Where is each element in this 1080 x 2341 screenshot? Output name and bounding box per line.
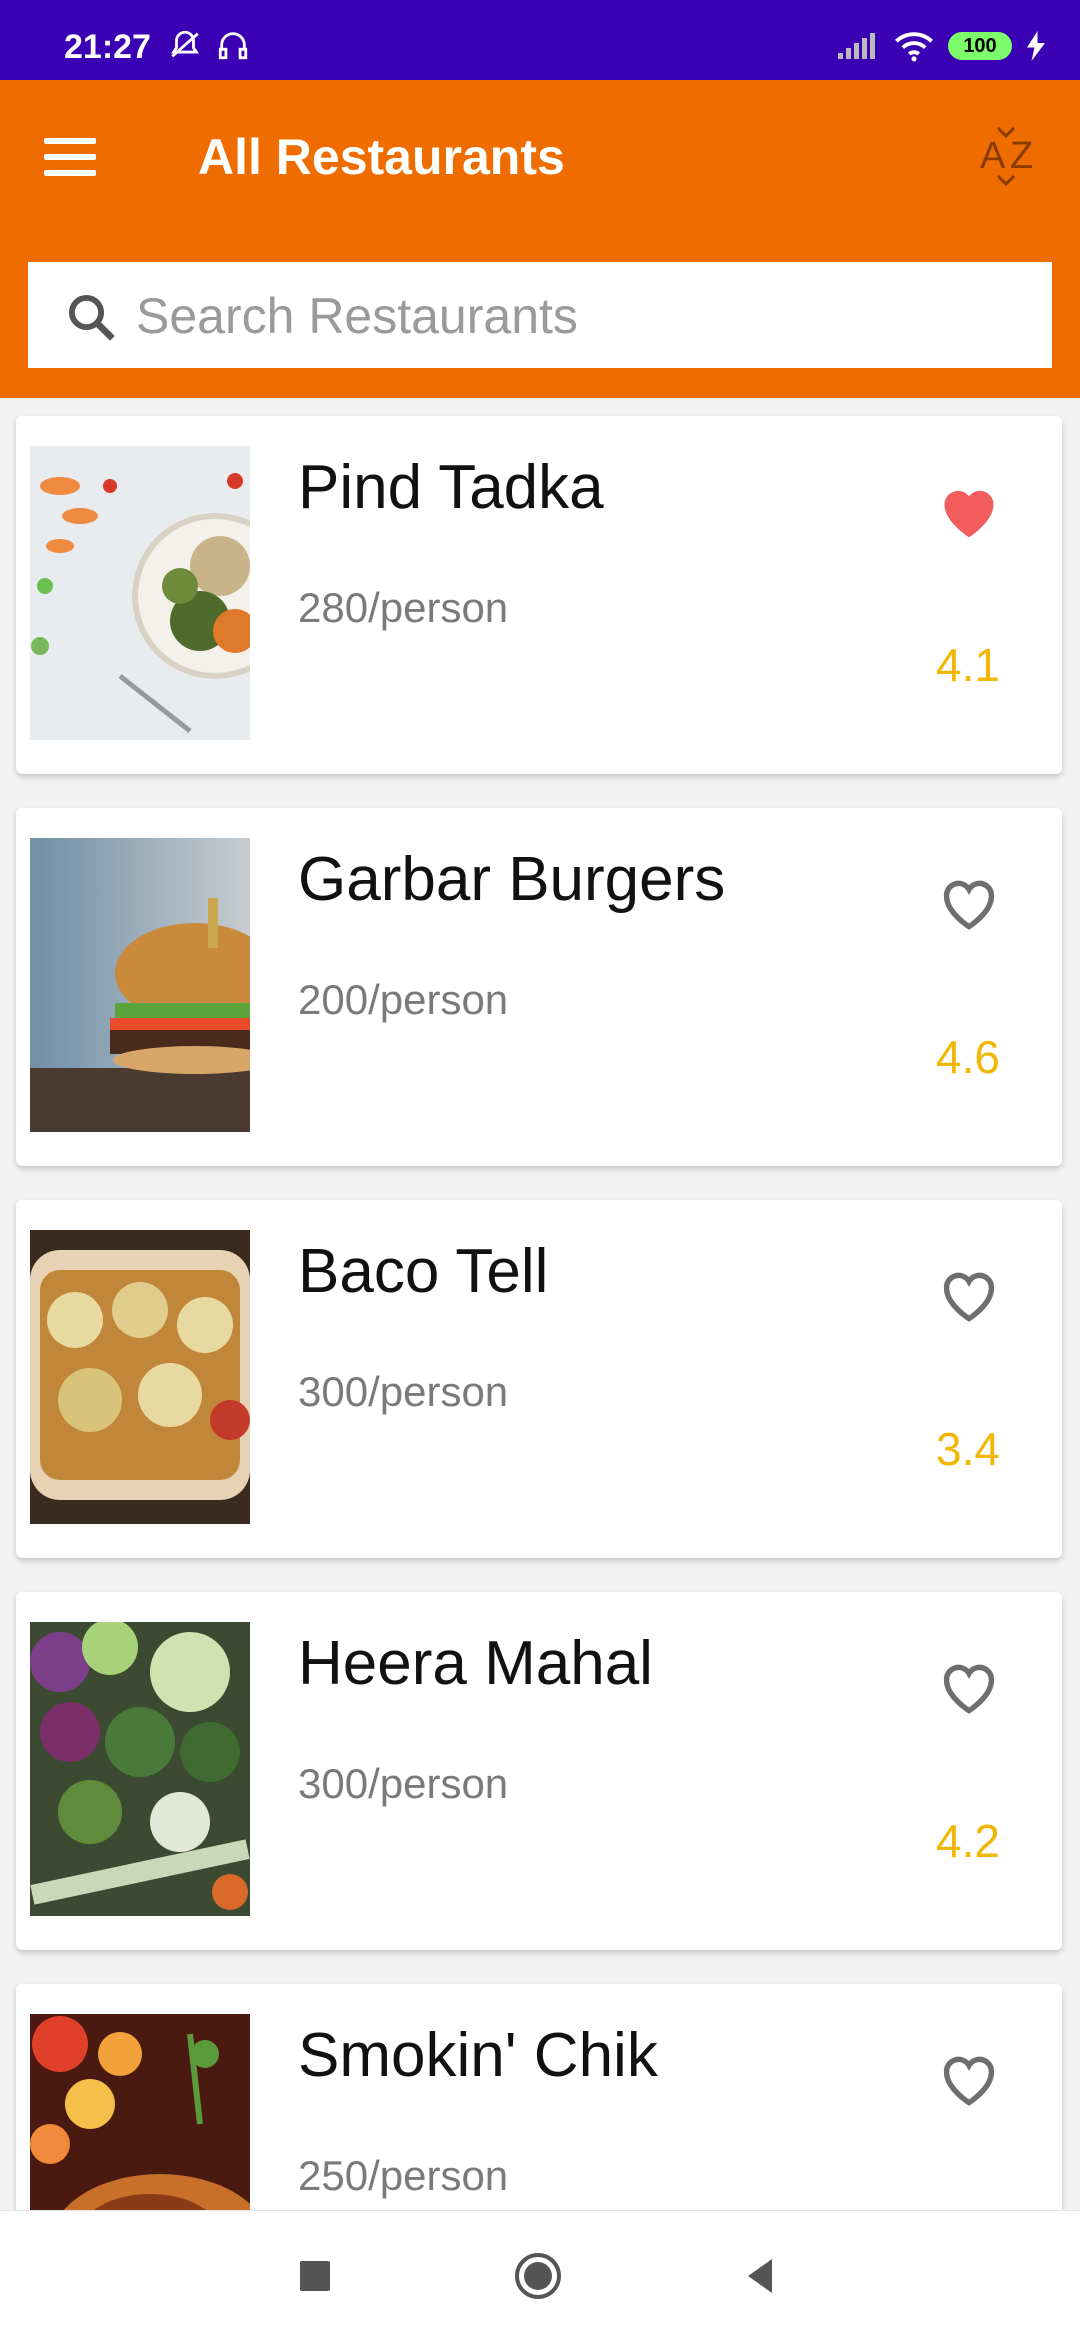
system-nav-bar (0, 2210, 1080, 2341)
wifi-icon (895, 32, 933, 62)
restaurant-card[interactable]: Pind Tadka 280/person 4.1 (16, 416, 1062, 774)
heart-outline-icon[interactable] (936, 1656, 1002, 1716)
heart-filled-icon[interactable] (936, 480, 1002, 540)
restaurant-card[interactable]: Baco Tell 300/person 3.4 (16, 1200, 1062, 1558)
restaurant-price: 280/person (298, 584, 509, 631)
restaurant-card[interactable]: Smokin' Chik 250/person (16, 1984, 1062, 2210)
recents-square-icon[interactable] (290, 2251, 340, 2301)
search-input[interactable] (134, 262, 1018, 370)
status-right-icons: 100 (836, 30, 1046, 62)
heart-outline-icon[interactable] (936, 2048, 1002, 2108)
status-bar: 21:27 100 (0, 0, 1080, 80)
hamburger-menu-icon[interactable] (44, 132, 104, 182)
restaurant-image (30, 446, 250, 740)
restaurant-rating: 4.1 (936, 639, 1000, 691)
status-time: 21:27 (64, 28, 151, 66)
restaurant-image (30, 1622, 250, 1916)
restaurant-rating: 4.2 (936, 1815, 1000, 1867)
page-title: All Restaurants (198, 129, 565, 185)
restaurant-price: 300/person (298, 1368, 509, 1415)
signal-icon (838, 33, 875, 59)
restaurant-name: Pind Tadka (298, 453, 604, 522)
restaurant-card[interactable]: Heera Mahal 300/person 4.2 (16, 1592, 1062, 1950)
restaurant-list[interactable]: Pind Tadka 280/person 4.1 Garbar Burgers… (0, 398, 1080, 2210)
restaurant-price: 200/person (298, 976, 509, 1023)
battery-indicator: 100 (948, 32, 1012, 60)
svg-text:A: A (980, 135, 1006, 177)
restaurant-image (30, 838, 250, 1132)
home-circle-icon[interactable] (513, 2251, 563, 2301)
bell-muted-icon (171, 30, 199, 58)
restaurant-image (30, 2014, 250, 2210)
restaurant-name: Smokin' Chik (298, 2021, 658, 2090)
restaurant-price: 300/person (298, 1760, 509, 1807)
headphones-icon (218, 32, 248, 60)
sort-az-icon[interactable]: A Z (976, 120, 1046, 190)
heart-outline-icon[interactable] (936, 872, 1002, 932)
restaurant-rating: 4.6 (936, 1031, 1000, 1083)
restaurant-image (30, 1230, 250, 1524)
search-bar-container (0, 234, 1080, 398)
restaurant-name: Garbar Burgers (298, 845, 726, 914)
restaurant-name: Baco Tell (298, 1237, 549, 1306)
restaurant-price: 250/person (298, 2152, 509, 2199)
charging-bolt-icon (1027, 31, 1045, 61)
svg-text:Z: Z (1010, 135, 1033, 177)
restaurant-rating: 3.4 (936, 1423, 1000, 1475)
heart-outline-icon[interactable] (936, 1264, 1002, 1324)
app-bar: All Restaurants A Z (0, 80, 1080, 234)
back-triangle-icon[interactable] (736, 2251, 786, 2301)
search-icon (68, 294, 115, 341)
restaurant-name: Heera Mahal (298, 1629, 653, 1698)
search-box[interactable] (28, 262, 1052, 370)
restaurant-card[interactable]: Garbar Burgers 200/person 4.6 (16, 808, 1062, 1166)
status-left-icons (168, 28, 250, 62)
